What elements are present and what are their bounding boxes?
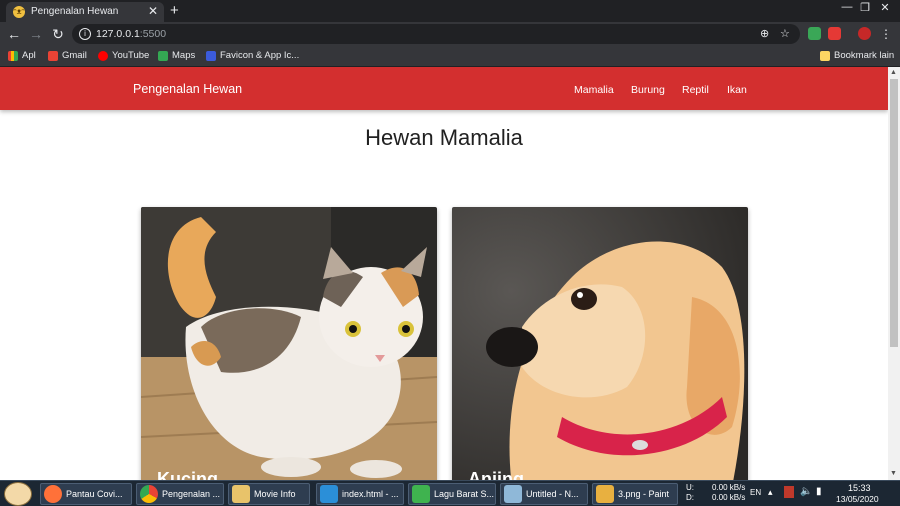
folder-icon <box>820 50 830 61</box>
nav-link-reptil[interactable]: Reptil <box>682 84 709 96</box>
tab-title: Pengenalan Hewan <box>31 6 119 17</box>
taskbar-item-explorer[interactable]: Movie Info <box>228 483 310 505</box>
browser-toolbar: ← → ↻ i 127.0.0.1:5500 ⊕ ☆ ⋮ <box>0 22 900 46</box>
extension-icon[interactable] <box>808 27 821 40</box>
volume-icon[interactable]: 🔈 <box>800 486 812 497</box>
network-icon[interactable]: ▮ <box>816 486 822 497</box>
media-player-icon <box>412 485 430 503</box>
start-button[interactable] <box>4 482 32 506</box>
nav-link-mamalia[interactable]: Mamalia <box>574 84 614 96</box>
card-caption: Anjing <box>468 469 524 480</box>
info-icon[interactable]: i <box>79 28 91 40</box>
bookmark-youtube[interactable]: YouTube <box>98 50 149 61</box>
clock-time[interactable]: 15:33 <box>848 483 871 493</box>
notepad-icon <box>504 485 522 503</box>
taskbar-item-media[interactable]: Lagu Barat S... <box>408 483 496 505</box>
scrollbar-thumb[interactable] <box>890 79 898 347</box>
cat-face-icon: ᵔᴥᵔ <box>13 6 25 18</box>
bookmark-favicon[interactable]: Favicon & App Ic... <box>206 50 299 61</box>
calico-cat-photo <box>141 207 437 480</box>
page-scrollbar[interactable]: ▲ ▼ <box>888 67 900 480</box>
install-icon[interactable]: ⊕ <box>760 27 769 40</box>
taskbar-item-chrome[interactable]: Pengenalan ... <box>136 483 224 505</box>
gmail-icon <box>48 50 58 61</box>
tab-close-icon[interactable]: ✕ <box>148 4 158 18</box>
card-kucing[interactable]: Kucing <box>141 207 437 480</box>
menu-kebab-icon[interactable]: ⋮ <box>878 26 894 42</box>
page-heading: Hewan Mamalia <box>365 125 523 150</box>
golden-puppy-photo <box>452 207 748 480</box>
nav-link-ikan[interactable]: Ikan <box>727 84 747 96</box>
tray-app-icon[interactable] <box>784 486 794 498</box>
bookmark-gmail[interactable]: Gmail <box>48 50 87 61</box>
bookmark-maps[interactable]: Maps <box>158 50 195 61</box>
back-button[interactable]: ← <box>6 26 22 42</box>
extension-red-icon[interactable] <box>828 27 841 40</box>
net-down-label: D: <box>686 493 694 502</box>
folder-icon <box>232 485 250 503</box>
net-up-speed: 0.00 kB/s <box>712 483 746 492</box>
taskbar-item-notepad[interactable]: Untitled - N... <box>500 483 588 505</box>
taskbar-item-paint[interactable]: 3.png - Paint <box>592 483 678 505</box>
browser-tab[interactable]: ᵔᴥᵔ Pengenalan Hewan ✕ <box>6 2 164 22</box>
scroll-down-icon[interactable]: ▼ <box>890 470 897 477</box>
card-caption: Kucing <box>157 469 218 480</box>
firefox-icon <box>44 485 62 503</box>
window-close-button[interactable]: ✕ <box>876 1 894 14</box>
address-url[interactable]: 127.0.0.1:5500 <box>96 28 166 40</box>
taskbar-item-firefox[interactable]: Pantau Covi... <box>40 483 132 505</box>
site-brand[interactable]: Pengenalan Hewan <box>133 82 242 96</box>
clock-date[interactable]: 13/05/2020 <box>836 494 879 504</box>
profile-avatar[interactable] <box>858 27 871 40</box>
address-bar[interactable]: i 127.0.0.1:5500 ⊕ ☆ <box>72 24 800 44</box>
youtube-icon <box>98 50 108 61</box>
windows-taskbar: Pantau Covi... Pengenalan ... Movie Info… <box>0 480 900 506</box>
language-indicator[interactable]: EN <box>750 488 761 497</box>
other-bookmarks[interactable]: Bookmark lain <box>820 50 894 61</box>
nav-link-burung[interactable]: Burung <box>631 84 665 96</box>
taskbar-item-vscode[interactable]: index.html - ... <box>316 483 404 505</box>
minimize-button[interactable]: — <box>838 1 856 13</box>
restore-button[interactable]: ❐ <box>856 1 874 14</box>
tab-strip: ᵔᴥᵔ Pengenalan Hewan ✕ + — ❐ ✕ <box>0 0 900 22</box>
site-navbar: Pengenalan Hewan Mamalia Burung Reptil I… <box>0 67 888 110</box>
vscode-icon <box>320 485 338 503</box>
chrome-icon <box>140 485 158 503</box>
net-down-speed: 0.00 kB/s <box>712 493 746 502</box>
reload-button[interactable]: ↻ <box>50 26 66 42</box>
new-tab-button[interactable]: + <box>170 2 179 19</box>
web-page: Pengenalan Hewan Mamalia Burung Reptil I… <box>0 67 888 480</box>
favicon-generator-icon <box>206 50 216 61</box>
forward-button[interactable]: → <box>28 26 44 42</box>
show-hidden-icons[interactable]: ▴ <box>768 487 773 498</box>
net-up-label: U: <box>686 483 694 492</box>
bookmark-star-icon[interactable]: ☆ <box>780 27 790 40</box>
card-anjing[interactable]: Anjing <box>452 207 748 480</box>
scroll-up-icon[interactable]: ▲ <box>890 69 897 76</box>
bookmark-apl[interactable]: Apl <box>8 50 36 61</box>
maps-icon <box>158 50 168 61</box>
apps-grid-icon <box>8 50 18 61</box>
bookmarks-bar: Apl Gmail YouTube Maps Favicon & App Ic.… <box>0 46 900 67</box>
paint-icon <box>596 485 614 503</box>
